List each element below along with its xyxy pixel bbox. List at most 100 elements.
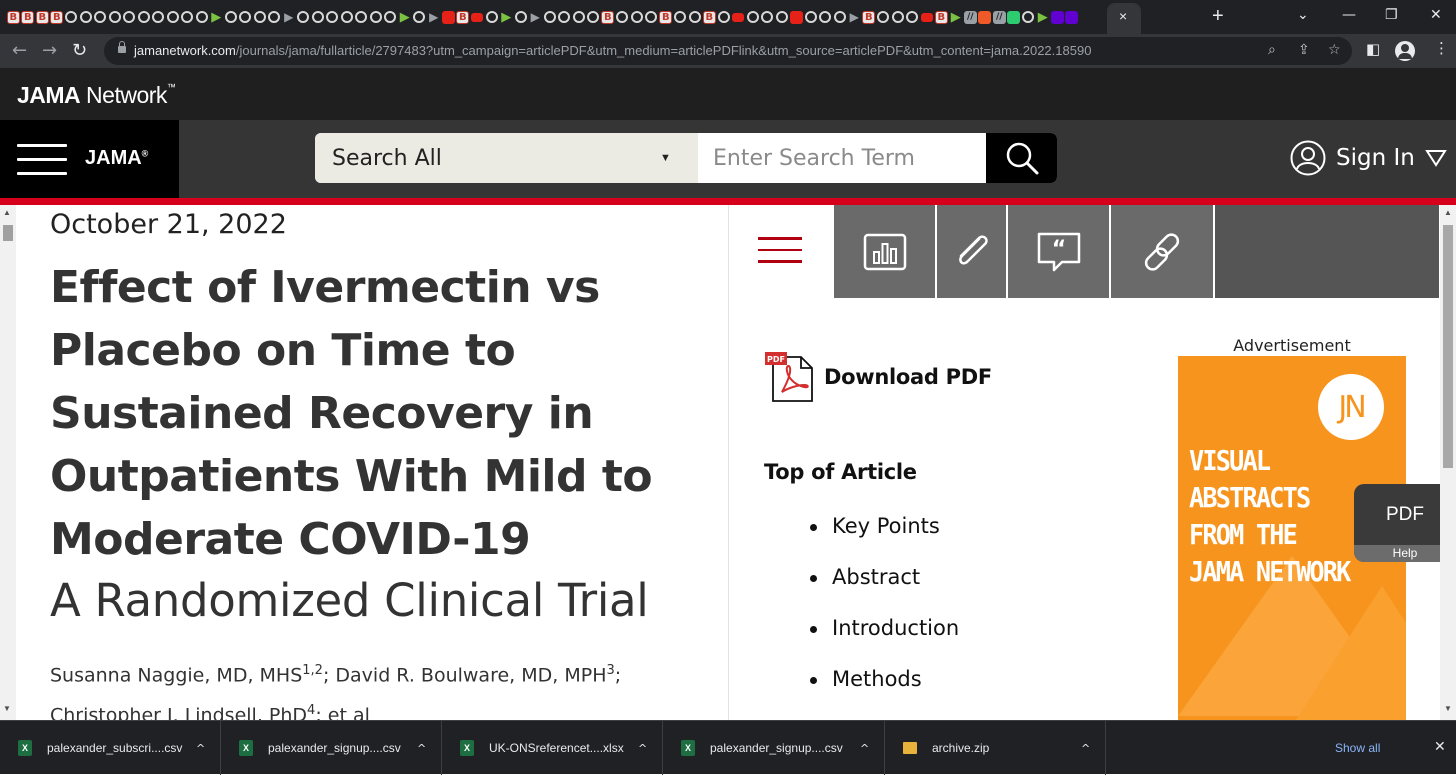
tab-search-icon[interactable]: ⌄ bbox=[1297, 7, 1309, 23]
browser-tab[interactable]: // bbox=[992, 7, 1007, 27]
browser-tab[interactable]: ▶ bbox=[209, 7, 224, 27]
browser-tab[interactable]: ▶ bbox=[282, 7, 297, 27]
cite-tab[interactable]: “ bbox=[1008, 205, 1111, 298]
figures-tab[interactable] bbox=[834, 205, 937, 298]
author-link[interactable]: ; David R. Boulware, MD, MPH bbox=[323, 664, 607, 686]
browser-tab[interactable] bbox=[891, 7, 906, 27]
browser-tab[interactable] bbox=[1065, 7, 1080, 27]
browser-tab[interactable] bbox=[673, 7, 688, 27]
browser-tab[interactable]: ▶ bbox=[427, 7, 442, 27]
search-button[interactable] bbox=[986, 133, 1057, 183]
browser-tab[interactable] bbox=[717, 7, 732, 27]
browser-tab[interactable]: ▶ bbox=[1036, 7, 1051, 27]
browser-tab[interactable] bbox=[760, 7, 775, 27]
download-item[interactable]: X palexander_signup....csv ^ bbox=[221, 721, 442, 775]
browser-tab[interactable] bbox=[340, 7, 355, 27]
outline-item-methods[interactable]: Methods bbox=[810, 667, 959, 718]
author-link[interactable]: Susanna Naggie, MD, MHS bbox=[50, 664, 302, 686]
permalink-tab[interactable] bbox=[1111, 205, 1215, 298]
browser-tab[interactable] bbox=[64, 7, 79, 27]
browser-tab[interactable]: ▶ bbox=[528, 7, 543, 27]
browser-tab[interactable] bbox=[543, 7, 558, 27]
browser-tab[interactable]: ▶ bbox=[847, 7, 862, 27]
et-al-link[interactable]: et al bbox=[328, 705, 370, 720]
jama-network-logo[interactable]: JAMA Network™ bbox=[17, 82, 176, 109]
browser-tab[interactable] bbox=[180, 7, 195, 27]
browser-tab[interactable]: B bbox=[659, 7, 674, 27]
browser-tab[interactable] bbox=[688, 7, 703, 27]
download-item[interactable]: X palexander_signup....csv ^ bbox=[663, 721, 885, 775]
browser-tab[interactable] bbox=[905, 7, 920, 27]
back-button[interactable]: ← bbox=[12, 40, 27, 61]
bookmark-star-icon[interactable]: ☆ bbox=[1328, 42, 1341, 58]
browser-tab[interactable]: B bbox=[35, 7, 50, 27]
browser-tab[interactable] bbox=[978, 7, 993, 27]
outline-item-introduction[interactable]: Introduction bbox=[810, 616, 959, 667]
browser-tab[interactable] bbox=[108, 7, 123, 27]
page-scrollbar[interactable]: ▲ ▼ bbox=[1440, 205, 1456, 720]
chevron-up-icon[interactable]: ^ bbox=[860, 742, 869, 755]
browser-tab[interactable] bbox=[630, 7, 645, 27]
download-pdf-link[interactable]: PDF Download PDF bbox=[764, 351, 992, 403]
download-item[interactable]: X UK-ONSreferencet....xlsx ^ bbox=[442, 721, 663, 775]
restore-button[interactable]: ❐ bbox=[1385, 7, 1398, 23]
download-item[interactable]: archive.zip ^ bbox=[885, 721, 1106, 775]
browser-tab[interactable] bbox=[731, 7, 746, 27]
chevron-up-icon[interactable]: ^ bbox=[417, 742, 426, 755]
lock-icon[interactable] bbox=[118, 41, 126, 53]
browser-tab[interactable] bbox=[195, 7, 210, 27]
browser-tab[interactable] bbox=[920, 7, 935, 27]
close-tab-icon[interactable]: × bbox=[1119, 8, 1127, 24]
minimize-button[interactable]: — bbox=[1342, 7, 1356, 23]
sign-in-button[interactable]: Sign In bbox=[1290, 140, 1447, 176]
browser-tab[interactable] bbox=[166, 7, 181, 27]
browser-tab[interactable] bbox=[775, 7, 790, 27]
browser-tab[interactable] bbox=[93, 7, 108, 27]
browser-tab[interactable] bbox=[354, 7, 369, 27]
top-of-article-link[interactable]: Top of Article bbox=[764, 460, 917, 484]
supplement-tab[interactable] bbox=[937, 205, 1008, 298]
browser-tab[interactable] bbox=[238, 7, 253, 27]
browser-tab[interactable] bbox=[325, 7, 340, 27]
browser-tab[interactable] bbox=[1007, 7, 1022, 27]
chevron-up-icon[interactable]: ^ bbox=[196, 742, 205, 755]
article-outline-icon[interactable] bbox=[758, 237, 802, 272]
browser-tab[interactable] bbox=[296, 7, 311, 27]
scroll-thumb[interactable] bbox=[1443, 225, 1453, 468]
zoom-icon[interactable]: ⌕ bbox=[1268, 42, 1276, 58]
share-icon[interactable]: ⇪ bbox=[1298, 42, 1310, 58]
browser-menu-icon[interactable]: ⋮ bbox=[1434, 39, 1449, 57]
browser-tab[interactable] bbox=[383, 7, 398, 27]
browser-tab[interactable] bbox=[1021, 7, 1036, 27]
browser-tab[interactable] bbox=[470, 7, 485, 27]
side-panel-icon[interactable]: ◧ bbox=[1366, 40, 1380, 58]
browser-tab[interactable] bbox=[441, 7, 456, 27]
search-scope-select[interactable]: Search All ▼ bbox=[315, 133, 698, 183]
chevron-up-icon[interactable]: ^ bbox=[1081, 742, 1090, 755]
new-tab-button[interactable]: + bbox=[1212, 5, 1224, 28]
browser-tab[interactable]: B bbox=[862, 7, 877, 27]
browser-tab[interactable]: B bbox=[21, 7, 36, 27]
browser-tab[interactable] bbox=[151, 7, 166, 27]
browser-tab[interactable] bbox=[1050, 7, 1065, 27]
browser-tab[interactable]: B bbox=[702, 7, 717, 27]
outline-item-abstract[interactable]: Abstract bbox=[810, 565, 959, 616]
jama-logo[interactable]: JAMA® bbox=[85, 147, 148, 170]
browser-tab[interactable] bbox=[253, 7, 268, 27]
browser-tab[interactable]: ▶ bbox=[499, 7, 514, 27]
browser-tab[interactable] bbox=[311, 7, 326, 27]
browser-tab[interactable]: // bbox=[963, 7, 978, 27]
browser-tab[interactable] bbox=[224, 7, 239, 27]
browser-tab[interactable] bbox=[122, 7, 137, 27]
browser-tab[interactable] bbox=[485, 7, 500, 27]
scroll-thumb[interactable] bbox=[3, 225, 13, 241]
browser-tab[interactable] bbox=[615, 7, 630, 27]
hamburger-menu-icon[interactable] bbox=[17, 144, 67, 176]
browser-tab[interactable]: B bbox=[6, 7, 21, 27]
search-input[interactable] bbox=[698, 133, 986, 183]
browser-tab[interactable] bbox=[369, 7, 384, 27]
browser-tab[interactable] bbox=[586, 7, 601, 27]
close-window-button[interactable]: ✕ bbox=[1430, 7, 1442, 23]
browser-tab[interactable] bbox=[514, 7, 529, 27]
browser-tab[interactable] bbox=[644, 7, 659, 27]
